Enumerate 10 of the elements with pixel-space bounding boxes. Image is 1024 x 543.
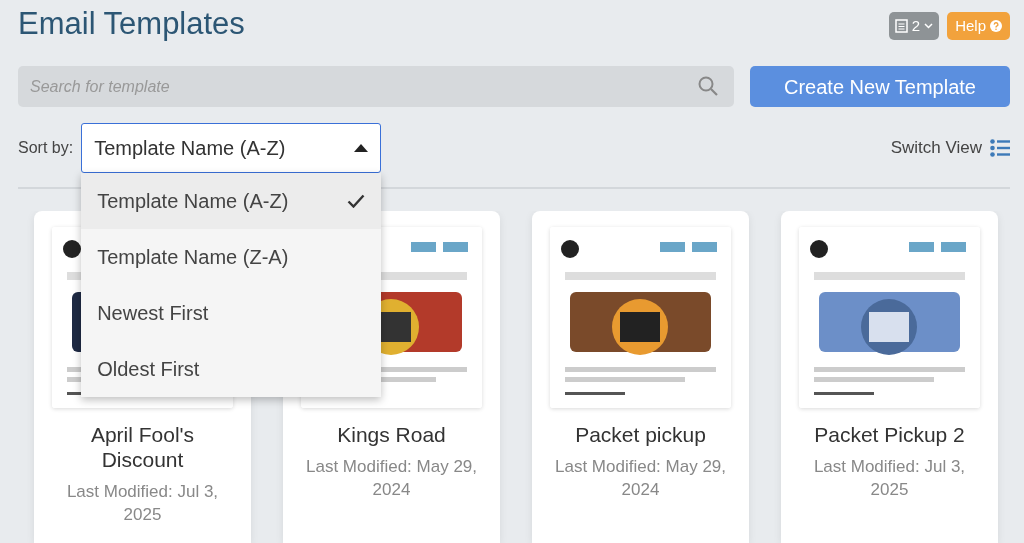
template-name: Packet pickup — [574, 422, 707, 447]
last-modified-text: Last Modified: May 29, 2024 — [554, 456, 727, 501]
last-modified-text: Last Modified: Jul 3, 2025 — [812, 456, 967, 501]
last-modified-text: Last Modified: May 29, 2024 — [305, 456, 478, 501]
last-modified-text: Last Modified: Jul 3, 2025 — [65, 481, 220, 526]
page-title: Email Templates — [18, 5, 245, 43]
template-name: Packet Pickup 2 — [813, 422, 966, 447]
sort-label: Sort by: — [18, 138, 74, 158]
template-name: April Fool's Discount — [89, 422, 196, 472]
template-name: Kings Road — [336, 422, 447, 447]
